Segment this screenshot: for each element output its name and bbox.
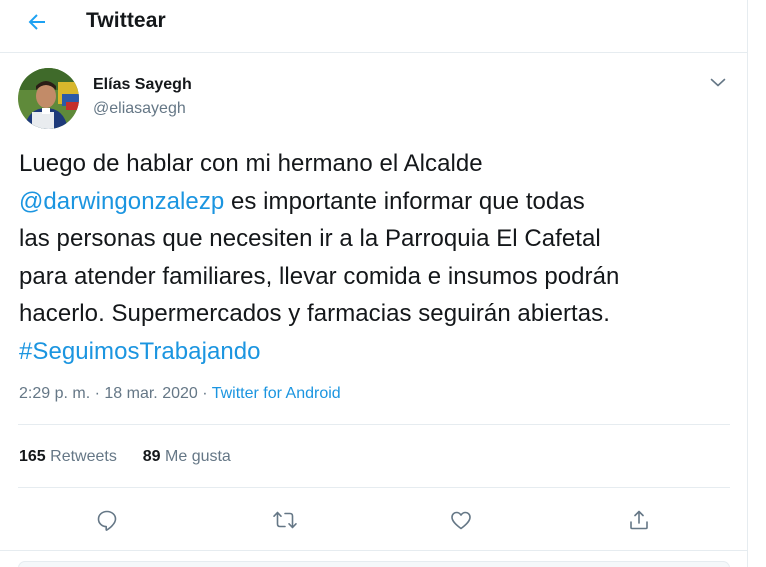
share-icon	[630, 510, 648, 530]
tweet-line: para atender familiares, llevar comida e…	[19, 258, 734, 296]
share-button[interactable]	[619, 500, 659, 540]
tweet-source-link[interactable]: Twitter for Android	[212, 385, 341, 402]
tweet-stats: 165 Retweets 89 Me gusta	[19, 448, 231, 466]
tweet-line-text: es importante informar que todas	[224, 187, 585, 215]
meta-separator: ·	[202, 385, 208, 402]
tweet-line: las personas que necesiten ir a la Parro…	[19, 220, 734, 258]
author-handle[interactable]: @eliasayegh	[93, 100, 186, 118]
divider	[0, 550, 747, 551]
tweet-meta: 2:29 p. m. · 18 mar. 2020 · Twitter for …	[19, 385, 341, 403]
retweets-stat[interactable]: 165 Retweets	[19, 448, 117, 466]
tweet-line: @darwingonzalezp es importante informar …	[19, 183, 734, 221]
retweets-label: Retweets	[50, 448, 117, 465]
retweet-icon	[273, 511, 297, 529]
likes-stat[interactable]: 89 Me gusta	[143, 448, 231, 466]
back-button[interactable]	[17, 6, 57, 38]
mention-link[interactable]: @darwingonzalezp	[19, 188, 224, 215]
retweets-count: 165	[19, 448, 46, 465]
heart-icon	[451, 511, 471, 530]
tweet-line: Luego de hablar con mi hermano el Alcald…	[19, 145, 734, 183]
tweet-page: Twittear Elías Sayegh @eliasayegh Luego …	[0, 0, 766, 567]
tweet-line-text: para atender familiares, llevar comida e…	[19, 262, 620, 290]
reply-box[interactable]	[18, 561, 730, 567]
retweet-button[interactable]	[265, 500, 305, 540]
scrollbar-area	[750, 0, 766, 567]
arrow-left-icon	[28, 14, 45, 30]
more-options-button[interactable]	[705, 72, 731, 94]
author-name[interactable]: Elías Sayegh	[93, 76, 192, 94]
tweet-line: hacerlo. Supermercados y farmacias segui…	[19, 295, 734, 333]
tweet-line-text: hacerlo. Supermercados y farmacias segui…	[19, 300, 610, 327]
likes-count: 89	[142, 448, 161, 465]
tweet-line-text: Luego de hablar con mi hermano el Alcald…	[19, 150, 483, 177]
chevron-down-icon	[710, 78, 726, 87]
reply-button[interactable]	[87, 500, 127, 540]
page-title: Twittear	[86, 9, 166, 32]
divider	[18, 487, 730, 488]
avatar-photo	[18, 68, 79, 129]
tweet-text: Luego de hablar con mi hermano el Alcald…	[19, 145, 734, 370]
reply-icon	[97, 510, 117, 531]
tweet-time[interactable]: 2:29 p. m.	[19, 385, 90, 402]
avatar[interactable]	[18, 68, 79, 129]
tweet-date[interactable]: 18 mar. 2020	[104, 385, 197, 402]
divider	[18, 424, 730, 425]
likes-label: Me gusta	[165, 448, 231, 465]
meta-separator: ·	[94, 385, 100, 402]
tweet-line-text: las personas que necesiten ir a la Parro…	[19, 225, 601, 252]
tweet-actions	[0, 500, 747, 540]
header: Twittear	[0, 0, 747, 53]
tweet-line: #SeguimosTrabajando	[19, 333, 734, 371]
like-button[interactable]	[441, 500, 481, 540]
hashtag-link[interactable]: #SeguimosTrabajando	[19, 338, 261, 365]
main-column: Twittear Elías Sayegh @eliasayegh Luego …	[0, 0, 748, 567]
